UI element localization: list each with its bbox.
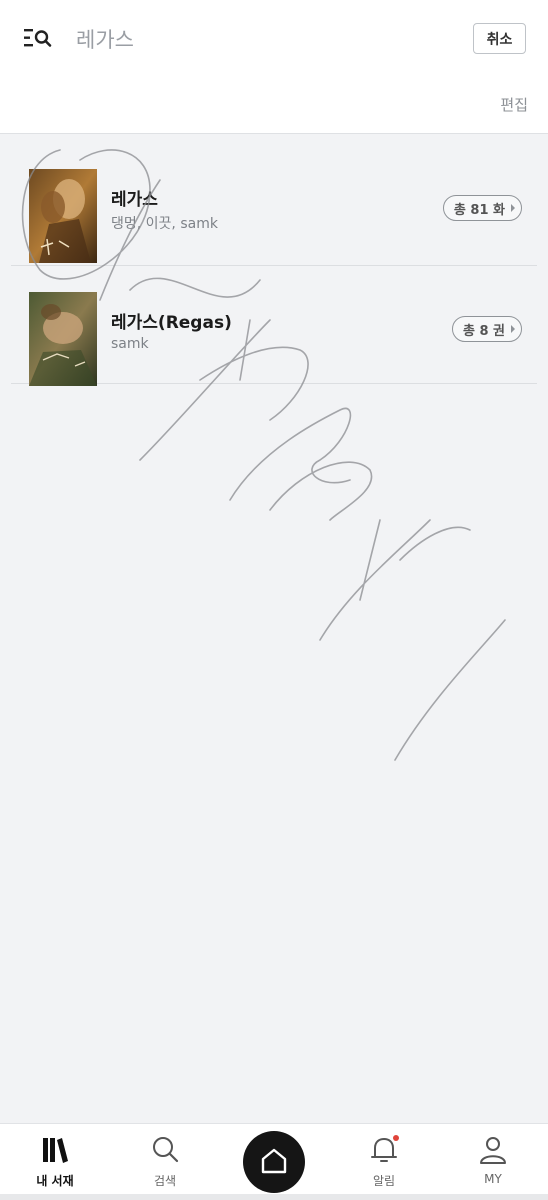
nav-my[interactable]: MY [448,1124,538,1200]
book-cover-image [29,169,97,263]
search-menu-icon[interactable] [24,26,54,50]
chevron-right-icon [511,325,515,333]
search-result-list: 레가스 댕멍, 이끗, samk 총 81 화 레가스(Regas) samk … [0,135,548,386]
bookshelf-icon [43,1138,68,1163]
edit-button[interactable]: 편집 [500,94,528,115]
book-cover-image [29,292,97,386]
search-header: 취소 편집 [0,0,548,134]
search-icon [153,1137,179,1163]
system-gesture-bar [0,1194,548,1200]
book-title: 레가스(Regas) [111,313,232,333]
volume-count-label: 총 8 권 [462,323,505,339]
chevron-right-icon [511,204,515,212]
episode-count-label: 총 81 화 [453,202,505,218]
nav-notifications[interactable]: 알림 [339,1124,429,1200]
home-icon [261,1148,287,1174]
search-input[interactable] [76,22,446,56]
notification-dot [393,1135,399,1141]
nav-label: 알림 [372,1174,396,1188]
cancel-button[interactable]: 취소 [473,23,526,54]
person-icon [480,1137,506,1164]
book-authors: 댕멍, 이끗, samk [111,216,218,232]
volume-count-badge[interactable]: 총 8 권 [451,316,522,342]
nav-label: MY [484,1172,502,1186]
episode-count-badge[interactable]: 총 81 화 [442,195,522,221]
book-title: 레가스 [111,190,158,210]
nav-label: 검색 [153,1174,177,1188]
bottom-navigation: 내 서재 검색 알림 MY [0,1123,548,1200]
list-item[interactable]: 레가스 댕멍, 이끗, samk 총 81 화 [11,135,537,266]
nav-label: 내 서재 [36,1174,74,1188]
list-item[interactable]: 레가스(Regas) samk 총 8 권 [11,266,537,386]
nav-search[interactable]: 검색 [120,1124,210,1200]
nav-my-library[interactable]: 내 서재 [10,1124,100,1200]
bell-icon [371,1135,399,1162]
book-authors: samk [111,336,149,352]
home-button[interactable] [243,1131,305,1193]
